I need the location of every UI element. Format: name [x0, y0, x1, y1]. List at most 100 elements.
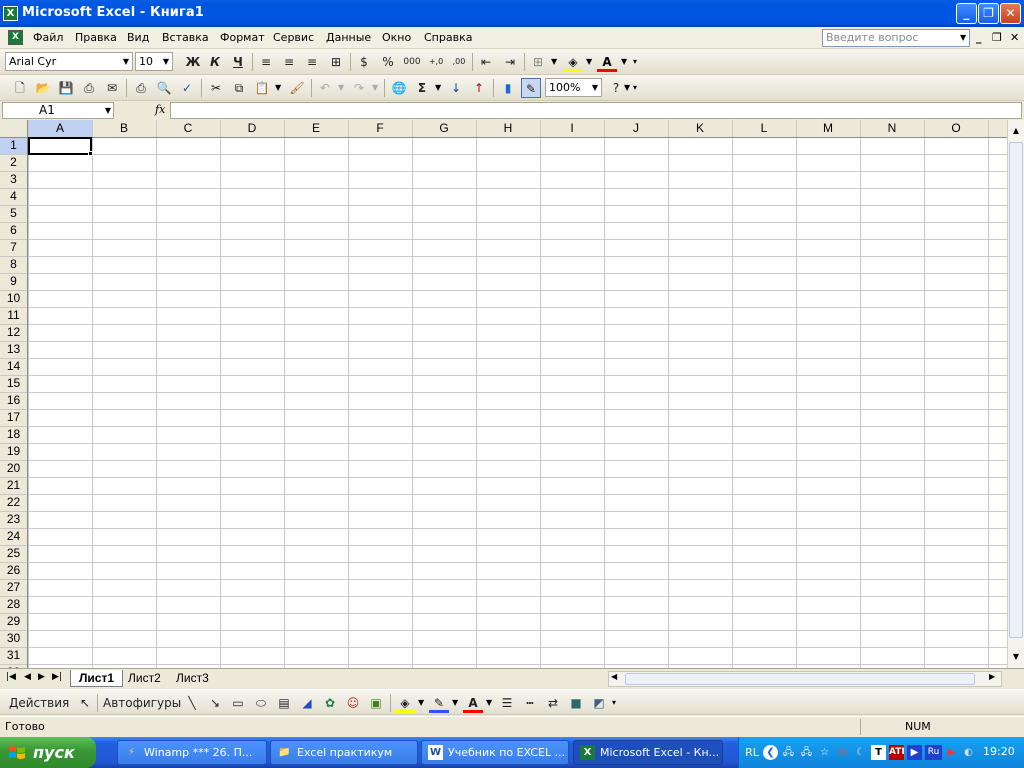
row-header-22[interactable]: 22: [0, 494, 27, 511]
currency-format-button[interactable]: $: [354, 52, 374, 72]
arrow-style-icon[interactable]: ⇄: [543, 693, 563, 713]
line-icon[interactable]: ╲: [182, 693, 202, 713]
name-box[interactable]: A1 ▼: [2, 102, 114, 119]
formula-input[interactable]: [170, 102, 1022, 119]
row-header-7[interactable]: 7: [0, 239, 27, 256]
last-sheet-icon[interactable]: ▶|: [52, 672, 62, 682]
email-icon[interactable]: ✉: [102, 78, 122, 98]
row-header-13[interactable]: 13: [0, 341, 27, 358]
print-icon[interactable]: ⎙: [131, 78, 151, 98]
minimize-button[interactable]: _: [956, 3, 977, 24]
autosum-button[interactable]: Σ: [412, 78, 432, 98]
clipart-icon[interactable]: ☺: [343, 693, 363, 713]
arrow-icon[interactable]: ↘: [205, 693, 225, 713]
chevron-down-icon[interactable]: ▼: [435, 78, 441, 98]
vertical-scrollbar[interactable]: ▲ ▼: [1007, 120, 1024, 668]
task-word[interactable]: W Учебник по EXCEL ...: [421, 740, 569, 765]
keyboard-layout-indicator[interactable]: Ru: [925, 745, 942, 760]
task-excel[interactable]: X Microsoft Excel - Кн...: [573, 740, 723, 765]
column-header-b[interactable]: B: [92, 120, 156, 137]
row-header-20[interactable]: 20: [0, 460, 27, 477]
italic-button[interactable]: К: [205, 52, 225, 72]
chevron-down-icon[interactable]: ▼: [624, 78, 630, 98]
workbook-close-button[interactable]: ✕: [1010, 31, 1019, 44]
ati-icon[interactable]: ATI: [889, 745, 905, 760]
save-icon[interactable]: 💾: [56, 78, 76, 98]
row-header-26[interactable]: 26: [0, 562, 27, 579]
percent-button[interactable]: %: [378, 52, 398, 72]
new-file-icon[interactable]: 🗋: [10, 78, 30, 98]
task-winamp[interactable]: ⚡ Winamp *** 26. П...: [117, 740, 267, 765]
chevron-down-icon[interactable]: ▼: [418, 693, 424, 713]
menu-format[interactable]: Формат: [220, 31, 265, 44]
row-header-1[interactable]: 1: [0, 137, 27, 154]
insert-function-icon[interactable]: fx: [155, 103, 165, 116]
menu-file[interactable]: Файл: [33, 31, 63, 44]
chevron-down-icon[interactable]: ▼: [275, 78, 281, 98]
play-icon[interactable]: ▶: [907, 745, 922, 760]
row-header-14[interactable]: 14: [0, 358, 27, 375]
redo-icon[interactable]: ↷: [349, 78, 369, 98]
column-header-k[interactable]: K: [668, 120, 732, 137]
spelling-icon[interactable]: ✓: [177, 78, 197, 98]
menu-data[interactable]: Данные: [326, 31, 371, 44]
menu-edit[interactable]: Правка: [75, 31, 117, 44]
decrease-decimal-button[interactable]: ,00: [447, 52, 471, 72]
row-header-28[interactable]: 28: [0, 596, 27, 613]
menu-insert[interactable]: Вставка: [162, 31, 209, 44]
horizontal-scroll-thumb[interactable]: [625, 673, 975, 685]
column-header-m[interactable]: M: [796, 120, 860, 137]
row-header-3[interactable]: 3: [0, 171, 27, 188]
prev-sheet-icon[interactable]: ◀: [24, 672, 31, 682]
menu-view[interactable]: Вид: [127, 31, 149, 44]
chevron-down-icon[interactable]: ▼: [621, 52, 627, 72]
copy-icon[interactable]: ⧉: [229, 78, 249, 98]
column-header-f[interactable]: F: [348, 120, 412, 137]
row-header-24[interactable]: 24: [0, 528, 27, 545]
print-preview-icon[interactable]: 🔍: [154, 78, 174, 98]
font-size-combo[interactable]: 10 ▼: [135, 52, 173, 71]
cut-icon[interactable]: ✂: [206, 78, 226, 98]
column-header-c[interactable]: C: [156, 120, 220, 137]
sheet-tab-1[interactable]: Лист1: [70, 670, 124, 687]
increase-decimal-button[interactable]: +,0: [424, 52, 448, 72]
title-bar[interactable]: X Microsoft Excel - Книга1 _ ❐ ✕: [0, 0, 1024, 27]
help-icon[interactable]: ?: [606, 78, 626, 98]
oval-icon[interactable]: ⬭: [251, 693, 271, 713]
fill-color-button[interactable]: ◈: [563, 52, 583, 72]
volume-icon[interactable]: ◐: [961, 745, 976, 760]
chevron-down-icon[interactable]: ▼: [338, 78, 344, 98]
menu-tools[interactable]: Сервис: [273, 31, 314, 44]
chevron-down-icon[interactable]: ▼: [372, 78, 378, 98]
textbox-icon[interactable]: ▤: [274, 693, 294, 713]
row-header-6[interactable]: 6: [0, 222, 27, 239]
back-arrow-icon[interactable]: ❮: [763, 745, 778, 760]
horizontal-scrollbar[interactable]: ◀ ▶: [608, 671, 1002, 687]
align-center-button[interactable]: ≡: [279, 52, 299, 72]
row-header-29[interactable]: 29: [0, 613, 27, 630]
scroll-right-icon[interactable]: ▶: [989, 672, 995, 681]
sort-descending-icon[interactable]: ↑: [469, 78, 489, 98]
3d-style-icon[interactable]: ◩: [589, 693, 609, 713]
row-header-4[interactable]: 4: [0, 188, 27, 205]
menu-help[interactable]: Справка: [424, 31, 472, 44]
line-color-icon[interactable]: ✎: [429, 693, 449, 713]
chevron-down-icon[interactable]: ▼: [551, 52, 557, 72]
underline-button[interactable]: Ч: [228, 52, 248, 72]
row-header-25[interactable]: 25: [0, 545, 27, 562]
toolbar-options-icon[interactable]: ▾: [612, 693, 616, 713]
column-header-o[interactable]: O: [924, 120, 988, 137]
row-header-9[interactable]: 9: [0, 273, 27, 290]
chevron-down-icon[interactable]: ▼: [586, 52, 592, 72]
row-header-23[interactable]: 23: [0, 511, 27, 528]
close-button[interactable]: ✕: [1000, 3, 1021, 24]
align-right-button[interactable]: ≡: [302, 52, 322, 72]
line-style-icon[interactable]: ☰: [497, 693, 517, 713]
drawing-toggle-icon[interactable]: ✎: [521, 78, 541, 98]
target-icon[interactable]: ◎: [835, 745, 850, 760]
column-header-n[interactable]: N: [860, 120, 924, 137]
row-header-17[interactable]: 17: [0, 409, 27, 426]
row-header-21[interactable]: 21: [0, 477, 27, 494]
t-app-icon[interactable]: T: [871, 745, 886, 760]
permission-icon[interactable]: ⎙: [79, 78, 99, 98]
